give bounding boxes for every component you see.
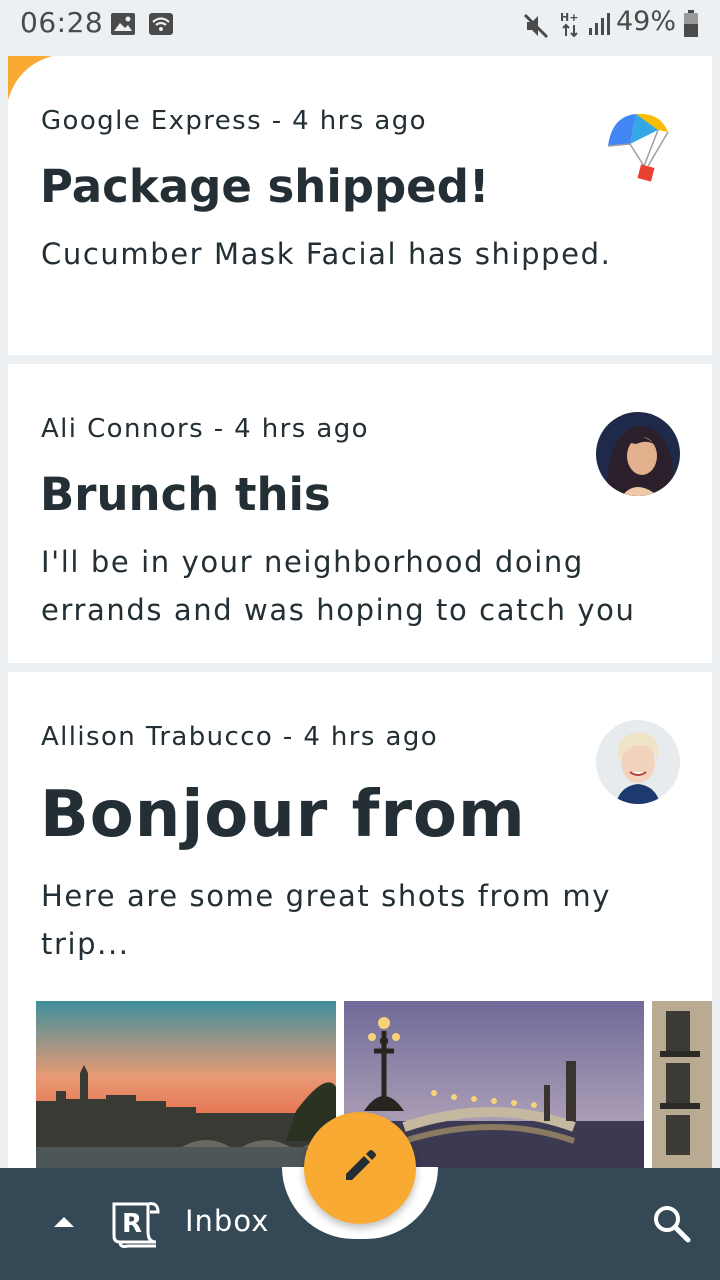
email-preview: Here are some great shots from my trip..…: [41, 879, 612, 961]
status-bar: 06:28 H+ 49%: [0, 0, 720, 52]
email-preview: Cucumber Mask Facial has shipped.: [41, 237, 612, 271]
image-icon: [110, 12, 136, 40]
email-meta: Allison Trabucco - 4 hrs ago: [41, 722, 439, 752]
network-h-plus-icon: H+: [560, 10, 580, 42]
avatar[interactable]: [596, 412, 680, 496]
email-card[interactable]: Ali Connors - 4 hrs ago Brunch this I'll…: [8, 364, 712, 663]
parachute-icon: [604, 110, 670, 186]
attachment-photo[interactable]: [36, 1001, 336, 1169]
search-icon[interactable]: [652, 1204, 692, 1248]
edit-icon: [340, 1146, 380, 1190]
avatar[interactable]: [596, 720, 680, 804]
svg-text:H+: H+: [560, 11, 578, 24]
battery-icon: [683, 10, 699, 42]
attachment-photo[interactable]: [652, 1001, 712, 1169]
inbox-label[interactable]: Inbox: [185, 1204, 269, 1238]
email-subject: Bonjour from: [40, 778, 526, 852]
status-time: 06:28: [20, 6, 104, 39]
email-meta: Ali Connors - 4 hrs ago: [41, 414, 369, 444]
expand-up-icon[interactable]: [52, 1214, 76, 1234]
wifi-icon: [148, 12, 174, 40]
svg-text:R: R: [122, 1209, 142, 1239]
mute-icon: [522, 12, 550, 44]
email-card[interactable]: Google Express - 4 hrs ago Package shipp…: [8, 56, 712, 355]
email-preview: I'll be in your neighborhood doing erran…: [41, 545, 636, 627]
compose-fab[interactable]: [304, 1112, 416, 1224]
signal-icon: [588, 12, 612, 40]
battery-percent: 49%: [615, 6, 676, 37]
email-subject: Package shipped!: [40, 160, 490, 213]
reply-logo-icon[interactable]: R: [108, 1198, 164, 1254]
email-meta: Google Express - 4 hrs ago: [41, 106, 427, 136]
card-corner-accent: [8, 56, 52, 100]
email-subject: Brunch this: [40, 468, 331, 521]
